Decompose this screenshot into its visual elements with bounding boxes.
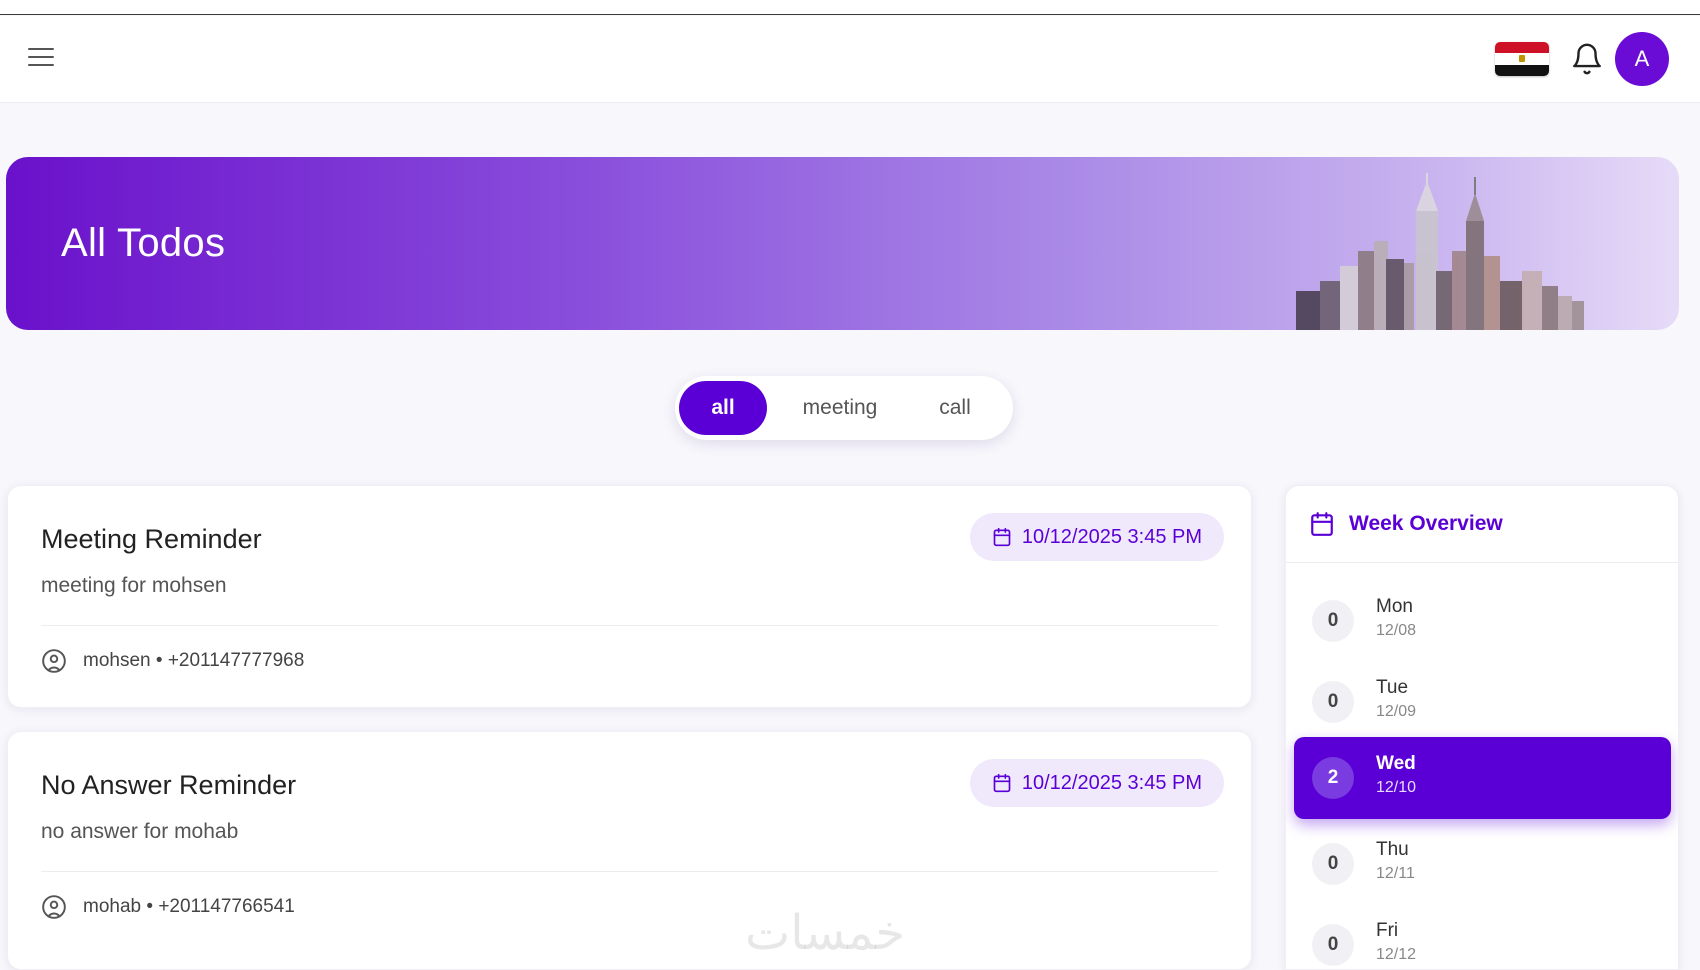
filter-meeting-button[interactable]: meeting — [780, 381, 900, 435]
todo-description: meeting for mohsen — [41, 574, 227, 597]
filter-all-button[interactable]: all — [679, 381, 767, 435]
day-count: 0 — [1312, 843, 1354, 885]
day-date: 12/09 — [1376, 703, 1417, 720]
day-item-fri[interactable]: 0 Fri 12/12 — [1294, 904, 1671, 969]
todo-contact: mohsen • +201147777968 — [41, 648, 304, 674]
week-overview-panel: Week Overview 0 Mon 12/08 0 Tue 12/09 2 … — [1285, 485, 1679, 970]
day-name: Tue — [1376, 677, 1409, 698]
todo-contact: mohab • +201147766541 — [41, 894, 295, 920]
menu-icon[interactable] — [28, 48, 54, 70]
calendar-icon — [1311, 512, 1333, 536]
day-date: 12/11 — [1376, 865, 1415, 882]
contact-phone: +201147777968 — [167, 650, 305, 671]
day-count: 0 — [1312, 600, 1354, 642]
day-date: 12/08 — [1376, 622, 1417, 639]
day-item-tue[interactable]: 0 Tue 12/09 — [1294, 661, 1671, 743]
filter-call-button[interactable]: call — [905, 381, 1005, 435]
page-banner: All Todos — [6, 157, 1679, 330]
todo-title: No Answer Reminder — [41, 770, 297, 800]
todo-title: Meeting Reminder — [41, 524, 262, 554]
user-circle-icon — [42, 649, 66, 673]
bell-icon[interactable] — [1570, 41, 1604, 77]
day-item-mon[interactable]: 0 Mon 12/08 — [1294, 580, 1671, 662]
day-count: 2 — [1312, 757, 1354, 799]
card-divider — [41, 871, 1218, 872]
day-date: 12/10 — [1376, 779, 1417, 796]
language-flag-egypt[interactable] — [1495, 42, 1549, 76]
day-name: Thu — [1376, 839, 1409, 860]
todo-datetime: 10/12/2025 3:45 PM — [1021, 771, 1202, 794]
week-overview-title: Week Overview — [1349, 512, 1503, 535]
contact-name: mohab — [83, 896, 142, 917]
top-navbar: A — [0, 16, 1700, 103]
day-item-thu[interactable]: 0 Thu 12/11 — [1294, 823, 1671, 905]
todo-date-badge: 10/12/2025 3:45 PM — [969, 759, 1224, 807]
day-name: Wed — [1376, 753, 1416, 774]
todo-date-badge: 10/12/2025 3:45 PM — [969, 513, 1224, 561]
user-circle-icon — [42, 895, 66, 919]
todo-datetime: 10/12/2025 3:45 PM — [1021, 525, 1202, 548]
todo-card[interactable]: Meeting Reminder meeting for mohsen 10/1… — [7, 485, 1252, 708]
day-item-wed[interactable]: 2 Wed 12/10 — [1294, 737, 1671, 819]
calendar-icon — [993, 773, 1011, 793]
day-count: 0 — [1312, 681, 1354, 723]
todo-description: no answer for mohab — [41, 820, 239, 843]
category-filter: all meeting call — [675, 376, 1013, 440]
day-date: 12/12 — [1376, 946, 1417, 963]
user-avatar[interactable]: A — [1615, 32, 1669, 86]
contact-phone: +201147766541 — [158, 896, 295, 917]
calendar-icon — [993, 527, 1011, 547]
watermark-logo: خمسات — [745, 905, 906, 961]
contact-name: mohsen — [83, 650, 151, 671]
week-overview-header: Week Overview — [1286, 486, 1678, 563]
card-divider — [41, 625, 1218, 626]
todo-card[interactable]: No Answer Reminder no answer for mohab 1… — [7, 731, 1252, 970]
day-name: Mon — [1376, 596, 1413, 617]
page-title: All Todos — [61, 221, 226, 265]
day-count: 0 — [1312, 924, 1354, 966]
day-name: Fri — [1376, 920, 1399, 941]
window-top-edge — [0, 0, 1700, 15]
city-skyline-image — [1296, 173, 1584, 330]
